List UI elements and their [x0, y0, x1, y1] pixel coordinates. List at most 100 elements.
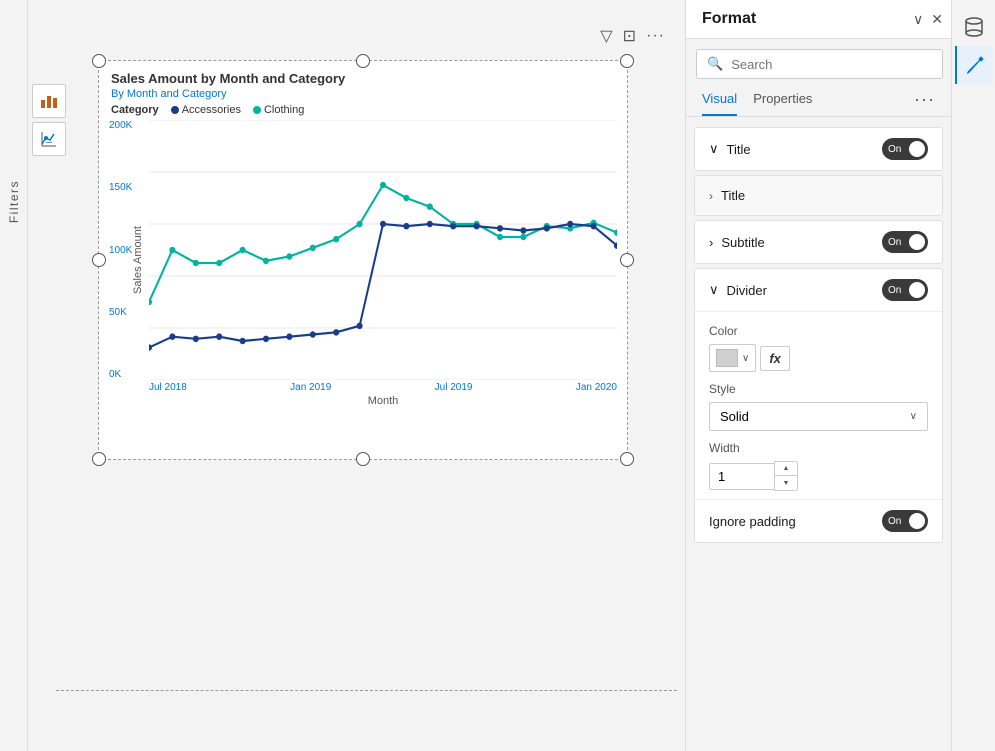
paintbrush-icon-btn[interactable]	[955, 46, 993, 84]
cylinder-icon-btn[interactable]	[955, 8, 993, 46]
legend-category-label: Category	[111, 104, 159, 116]
legend-clothing: Clothing	[253, 104, 304, 116]
title-toggle-header-left: ∨ Title	[709, 141, 751, 157]
color-swatch-btn[interactable]: ∨	[709, 344, 756, 372]
toggle-on-label: On	[888, 144, 901, 155]
filters-label[interactable]: Filters	[7, 180, 21, 223]
color-picker-row: ∨ fx	[709, 344, 928, 372]
title-expand-section: › Title	[694, 175, 943, 216]
title-toggle-label: Title	[727, 142, 751, 157]
right-icon-strip	[951, 0, 995, 751]
style-label: Style	[709, 382, 928, 396]
ignore-padding-toggle[interactable]: On	[882, 510, 928, 532]
divider-chevron: ∨	[709, 282, 719, 298]
color-label: Color	[709, 324, 928, 338]
style-dropdown-arrow: ∨	[910, 411, 917, 422]
subtitle-label: Subtitle	[721, 235, 764, 250]
subtitle-toggle-label: On	[888, 237, 901, 248]
format-content: ∨ Title On › Title	[686, 117, 951, 751]
subtitle-section: › Subtitle On	[694, 220, 943, 264]
legend-accessories: Accessories	[171, 104, 241, 116]
handle-tr[interactable]	[620, 54, 634, 68]
chart-svg	[149, 120, 617, 380]
color-dropdown-arrow: ∨	[742, 353, 749, 364]
title-expand-label: Title	[721, 188, 745, 203]
format-title: Format	[702, 10, 913, 28]
filters-sidebar: Filters	[0, 0, 28, 751]
bar-chart-icon-btn[interactable]	[32, 84, 66, 118]
ignore-padding-toggle-label: On	[888, 516, 901, 527]
search-icon: 🔍	[707, 56, 723, 72]
close-btn[interactable]: ✕	[931, 11, 943, 28]
fx-btn[interactable]: fx	[760, 346, 790, 371]
ignore-padding-knob	[909, 513, 925, 529]
divider-content: Color ∨ fx Style Solid ∨	[695, 311, 942, 499]
width-input[interactable]	[709, 463, 774, 490]
tab-visual[interactable]: Visual	[702, 83, 737, 116]
collapse-btn[interactable]: ∨	[913, 11, 923, 28]
style-dropdown[interactable]: Solid ∨	[709, 402, 928, 431]
spinner-up-btn[interactable]: ▲	[775, 462, 797, 476]
style-value: Solid	[720, 409, 749, 424]
side-toolbar	[28, 80, 70, 160]
divider-toggle[interactable]: On	[882, 279, 928, 301]
title-toggle-header[interactable]: ∨ Title On	[695, 128, 942, 170]
format-header: Format ∨ ✕	[686, 0, 995, 39]
handle-ml[interactable]	[92, 253, 106, 267]
chart-legend: Category Accessories Clothing	[99, 104, 627, 120]
subtitle-header[interactable]: › Subtitle On	[695, 221, 942, 263]
width-label: Width	[709, 441, 928, 455]
divider-header[interactable]: ∨ Divider On	[695, 269, 942, 311]
x-axis-label: Month	[149, 395, 617, 407]
chart-area: Sales Amount 200K 150K 100K 50K 0K	[149, 120, 617, 400]
handle-bm[interactable]	[356, 452, 370, 466]
x-ticks: Jul 2018 Jan 2019 Jul 2019 Jan 2020	[149, 382, 617, 393]
handle-bl[interactable]	[92, 452, 106, 466]
search-box: 🔍	[696, 49, 943, 79]
handle-tl[interactable]	[92, 54, 106, 68]
divider-toggle-label: On	[888, 285, 901, 296]
title-toggle-section: ∨ Title On	[694, 127, 943, 171]
analytics-icon-btn[interactable]	[32, 122, 66, 156]
y-axis-label: Sales Amount	[132, 226, 144, 294]
expand-icon-btn[interactable]: ⊡	[623, 26, 636, 46]
divider-toggle-knob	[909, 282, 925, 298]
more-icon-btn[interactable]: ···	[646, 27, 665, 45]
chart-box: Sales Amount by Month and Category By Mo…	[98, 60, 628, 460]
chart-subtitle: By Month and Category	[99, 88, 627, 104]
bottom-dashed	[56, 690, 677, 691]
format-tabs: Visual Properties ···	[686, 83, 951, 117]
title-toggle-chevron: ∨	[709, 141, 719, 157]
subtitle-header-left: › Subtitle	[709, 235, 765, 250]
ignore-padding-label: Ignore padding	[709, 514, 796, 529]
format-panel: Format ∨ ✕ 🔍 Visual Properties ···	[685, 0, 995, 751]
title-toggle-on[interactable]: On	[882, 138, 928, 160]
search-input[interactable]	[731, 57, 932, 72]
divider-header-left: ∨ Divider	[709, 282, 767, 298]
handle-tm[interactable]	[356, 54, 370, 68]
accessories-line	[149, 224, 617, 348]
spinner-down-btn[interactable]: ▼	[775, 476, 797, 490]
ignore-padding-row: Ignore padding On	[695, 499, 942, 542]
subtitle-chevron: ›	[709, 235, 713, 250]
y-ticks: 200K 150K 100K 50K 0K	[109, 120, 132, 380]
spinner-btns: ▲ ▼	[774, 461, 798, 491]
tab-properties[interactable]: Properties	[753, 83, 812, 116]
divider-section: ∨ Divider On Color ∨	[694, 268, 943, 543]
chart-panel: ▽ ⊡ ··· Sales Amount by Month and Catego…	[28, 0, 685, 751]
title-expand-header[interactable]: › Title	[695, 176, 942, 215]
title-expand-chevron: ›	[709, 189, 713, 203]
subtitle-toggle-knob	[909, 234, 925, 250]
color-swatch	[716, 349, 738, 367]
divider-label: Divider	[727, 283, 767, 298]
subtitle-toggle[interactable]: On	[882, 231, 928, 253]
chart-toolbar: ▽ ⊡ ···	[600, 26, 665, 46]
chart-wrapper: ▽ ⊡ ··· Sales Amount by Month and Catego…	[98, 60, 665, 460]
tabs-more[interactable]: ···	[914, 89, 935, 110]
clothing-line	[149, 185, 617, 302]
width-input-row: ▲ ▼	[709, 461, 928, 491]
handle-br[interactable]	[620, 452, 634, 466]
filter-icon-btn[interactable]: ▽	[600, 26, 612, 46]
handle-mr[interactable]	[620, 253, 634, 267]
toggle-knob	[909, 141, 925, 157]
